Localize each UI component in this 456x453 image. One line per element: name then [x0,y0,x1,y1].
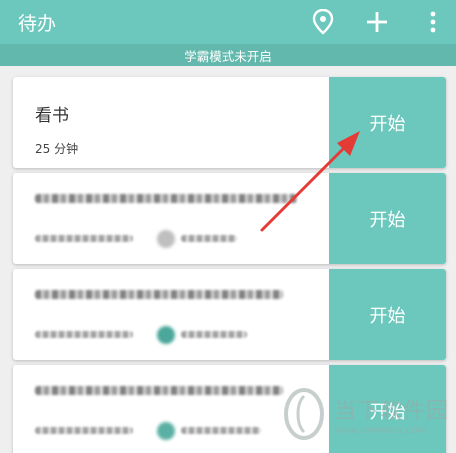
blurred-task-meta [181,427,261,434]
study-mode-banner[interactable]: 学霸模式未开启 [0,44,456,66]
task-card[interactable]: 看书 25 分钟 开始 [13,77,446,168]
watermark: 当下软件园 www.downxia.com [280,379,450,449]
blurred-task-name [35,290,283,299]
blurred-avatar [157,326,175,344]
blurred-task-meta [181,331,247,338]
task-name: 看书 [35,106,69,126]
more-vertical-icon[interactable] [418,7,448,37]
blurred-task-name [35,194,297,203]
watermark-text: 当下软件园 [334,398,450,424]
start-button[interactable]: 开始 [329,269,446,360]
start-button[interactable]: 开始 [329,77,446,168]
page-title: 待办 [18,12,57,35]
app-bar: 待办 [0,0,456,44]
task-duration: 25 分钟 [35,142,79,156]
task-card[interactable]: 开始 [13,173,446,264]
blurred-task-name [35,386,283,395]
start-button[interactable]: 开始 [329,173,446,264]
blurred-avatar [157,422,175,440]
watermark-logo-icon [280,386,328,442]
blurred-task-duration [35,331,133,338]
plus-icon[interactable] [362,7,392,37]
blurred-avatar [157,230,175,248]
watermark-url: www.downxia.com [334,424,428,436]
location-pin-icon[interactable] [308,7,338,37]
blurred-task-duration [35,235,133,242]
blurred-task-meta [181,235,237,242]
task-card[interactable]: 开始 [13,269,446,360]
blurred-task-duration [35,427,133,434]
